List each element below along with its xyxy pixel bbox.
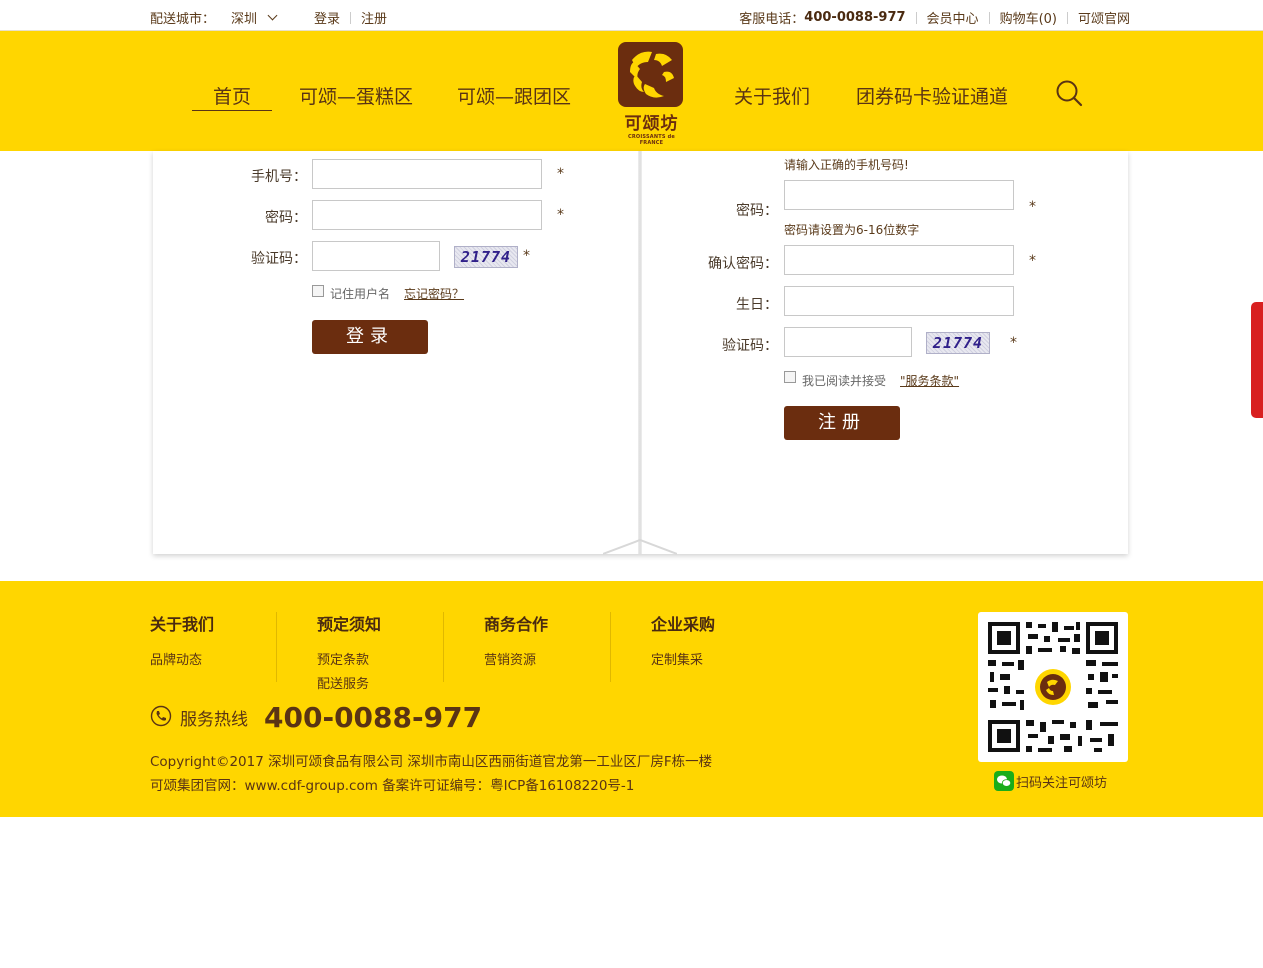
panel-divider [638, 151, 642, 554]
register-password-label: 密码： [736, 203, 778, 219]
wechat-icon [994, 771, 1014, 791]
footer-link[interactable]: 品牌动态 [150, 649, 214, 673]
agree-label: 我已阅读并接受 [802, 374, 887, 388]
footer-divider [276, 612, 277, 682]
footer-divider [610, 612, 611, 682]
confirm-password-label: 确认密码： [708, 256, 778, 272]
chevron-down-icon [267, 10, 278, 21]
footer-link[interactable]: 营销资源 [484, 649, 548, 673]
login-password-label: 密码： [265, 210, 307, 226]
footer-col-business: 商务合作 营销资源 [484, 611, 548, 673]
footer-col-about: 关于我们 品牌动态 [150, 611, 214, 673]
copyright: Copyright©2017 深圳可颂食品有限公司 深圳市南山区西丽街道官龙第一… [150, 750, 712, 798]
nav-active-underline [192, 110, 272, 111]
register-button[interactable]: 注册 [784, 406, 900, 440]
confirm-password-input[interactable] [784, 245, 1014, 275]
login-phone-label: 手机号： [251, 169, 307, 185]
register-captcha-label: 验证码： [722, 338, 778, 354]
required-mark: * [1029, 253, 1036, 269]
search-icon[interactable] [1055, 79, 1083, 107]
top-bar-left: 配送城市： 深圳 登录 注册 [150, 8, 387, 27]
nav-cake-zone[interactable]: 可颂—蛋糕区 [299, 82, 413, 109]
panel-bottom-notch [603, 538, 677, 555]
city-selector[interactable]: 深圳 [231, 8, 278, 27]
register-captcha-input[interactable] [784, 327, 912, 357]
main-header: 首页 可颂—蛋糕区 可颂—跟团区 关于我们 团券码卡验证通道 可颂坊 CROIS… [0, 31, 1263, 151]
divider [1066, 11, 1068, 24]
top-bar-right: 客服电话： 400-0088-977 会员中心 购物车(0) 可颂官网 [739, 8, 1130, 27]
member-center-link[interactable]: 会员中心 [927, 8, 979, 27]
side-service-tab[interactable] [1251, 302, 1263, 418]
register-password-input[interactable] [784, 180, 1014, 210]
qr-caption-row: 扫码关注可颂坊 [994, 771, 1107, 791]
nav-group-zone[interactable]: 可颂—跟团区 [457, 82, 571, 109]
footer-col-title: 预定须知 [317, 615, 382, 634]
footer-link[interactable]: 配送服务 [317, 673, 381, 697]
logo-subtitle: CROISSANTS de FRANCE [628, 134, 675, 146]
login-captcha-image[interactable]: 21774 [454, 246, 518, 268]
required-mark: * [557, 207, 564, 223]
login-captcha-input[interactable] [312, 241, 440, 271]
birthday-input[interactable] [784, 286, 1014, 316]
agree-checkbox[interactable] [784, 371, 796, 383]
logo-name: 可颂坊 [624, 114, 679, 134]
hotline-number: 400-0088-977 [264, 701, 483, 734]
croissant-icon [618, 42, 683, 107]
login-password-input[interactable] [312, 200, 542, 230]
remember-checkbox[interactable] [312, 285, 324, 297]
footer-col-booking: 预定须知 预定条款 配送服务 [317, 611, 381, 697]
divider [350, 11, 352, 24]
service-phone-number: 400-0088-977 [804, 10, 906, 25]
remember-label: 记住用户名 [330, 287, 391, 301]
required-mark: * [1029, 199, 1036, 215]
official-site-link[interactable]: 可颂官网 [1078, 8, 1130, 27]
footer-link[interactable]: 定制集采 [651, 649, 715, 673]
divider [915, 11, 917, 24]
footer-col-title: 商务合作 [484, 615, 549, 634]
city-label: 配送城市： [150, 12, 216, 27]
top-bar: 配送城市： 深圳 登录 注册 客服电话： 400-0088-977 会员中心 购… [0, 0, 1263, 31]
copyright-line-2: 可颂集团官网：www.cdf-group.com 备案许可证编号：粤ICP备16… [150, 778, 635, 794]
footer-divider [443, 612, 444, 682]
hotline: 服务热线 400-0088-977 [150, 701, 482, 734]
footer: 关于我们 品牌动态 预定须知 预定条款 配送服务 商务合作 营销资源 企业采购 … [0, 581, 1263, 817]
forgot-password-link[interactable]: 忘记密码？ [404, 285, 464, 302]
wechat-qr-code [978, 612, 1128, 762]
login-captcha-label: 验证码： [251, 251, 307, 267]
password-rule-hint: 密码请设置为6-16位数字 [784, 223, 920, 237]
copyright-line-1: Copyright©2017 深圳可颂食品有限公司 深圳市南山区西丽街道官龙第一… [150, 754, 713, 770]
nav-about[interactable]: 关于我们 [734, 82, 810, 109]
register-link[interactable]: 注册 [361, 8, 387, 27]
footer-col-title: 企业采购 [651, 615, 716, 634]
phone-icon [150, 705, 172, 731]
service-phone-label: 客服电话： [739, 12, 805, 27]
terms-link[interactable]: "服务条款" [900, 372, 959, 389]
required-mark: * [523, 248, 530, 264]
cart-link[interactable]: 购物车(0) [1000, 8, 1057, 27]
login-link[interactable]: 登录 [314, 8, 340, 27]
nav-voucher[interactable]: 团券码卡验证通道 [856, 82, 1008, 109]
register-captcha-image[interactable]: 21774 [926, 332, 990, 354]
divider [988, 11, 990, 24]
phone-error-hint: 请输入正确的手机号码! [784, 158, 909, 172]
required-mark: * [557, 166, 564, 182]
hotline-label: 服务热线 [180, 710, 248, 730]
qr-caption: 扫码关注可颂坊 [1016, 775, 1108, 791]
city-value: 深圳 [231, 12, 258, 27]
account-panel: 手机号： * 密码： * 验证码： 21774 * 记住用户名 忘记密码？ 登录… [153, 151, 1128, 555]
birthday-label: 生日： [736, 297, 778, 313]
brand-logo[interactable]: 可颂坊 CROISSANTS de FRANCE [618, 42, 685, 146]
login-phone-input[interactable] [312, 159, 542, 189]
footer-link[interactable]: 预定条款 [317, 649, 381, 673]
nav-home[interactable]: 首页 [192, 82, 272, 109]
footer-col-title: 关于我们 [150, 615, 215, 634]
login-button[interactable]: 登录 [312, 320, 428, 354]
required-mark: * [1010, 335, 1017, 351]
footer-col-enterprise: 企业采购 定制集采 [651, 611, 715, 673]
